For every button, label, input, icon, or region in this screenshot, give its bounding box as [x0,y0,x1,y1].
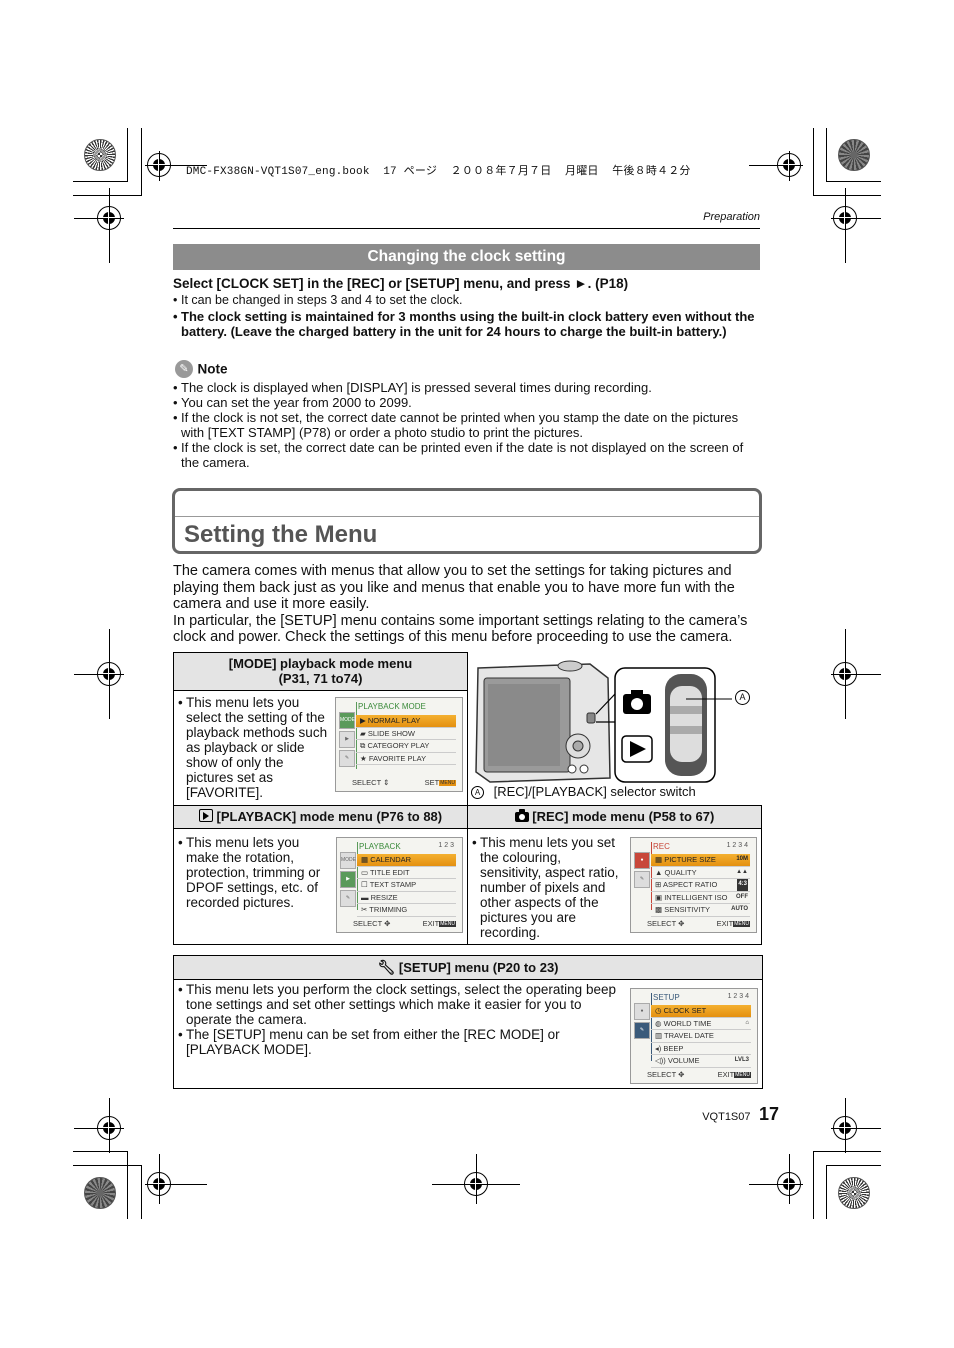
lcd-menu-item: ◍ WORLD TIME ⌂ [651,1018,751,1030]
lcd-tab: ✎ [339,750,355,767]
note-item: You can set the year from 2000 to 2099. [173,395,763,410]
lcd-menu-item: ▣ INTELLIGENT ISO OFF [651,892,750,904]
wrench-icon: 🔧︎ [377,959,396,975]
lcd-menu-item: ◷ CLOCK SET [651,1005,751,1018]
lcd-menu-item: ☐ TEXT STAMP [357,879,456,892]
lcd-menu-item: ⧉ CATEGORY PLAY [356,740,456,753]
section-label: Preparation [703,211,760,223]
camera-icon [514,809,529,822]
playback-screen: MODE ▶ ✎ PLAYBACK 1 2 3 ▦ CALENDAR ▭ TIT… [336,837,463,933]
lcd-menu-item: ◂) BEEP [651,1043,751,1055]
clock-bullet: The clock setting is maintained for 3 mo… [173,309,763,339]
setup-menu-header: 🔧︎ [SETUP] menu (P20 to 23) [173,955,763,980]
lcd-page-indicator: 1 2 3 4 [727,993,749,1000]
lcd-menu-item: ▦ CALENDAR [357,854,456,867]
lcd-footer-select: SELECT [352,778,382,787]
lcd-page-indicator: 1 2 3 [438,842,454,849]
page-number: 17 [758,1104,779,1124]
playback-menu-description: This menu lets you make the rotation, pr… [178,835,331,910]
rec-menu-body: This menu lets you set the colouring, se… [467,828,762,945]
lcd-footer-select: SELECT [647,919,677,928]
lcd-menu-item: ★ FAVORITE PLAY [356,753,456,765]
lcd-menu-item: ◁)) VOLUME LVL3 [651,1055,751,1068]
note-heading: ✎ Note [175,360,227,378]
lcd-tab: MODE [339,712,355,729]
lcd-footer-exit: EXIT [716,919,734,928]
registration-star-icon [838,1177,870,1209]
clock-section-heading: Changing the clock setting [173,244,760,270]
lcd-title: REC [653,842,670,851]
lcd-menu-item: ✂ TRIMMING [357,904,456,917]
lcd-page-indicator: 1 2 3 4 [726,842,748,849]
playback-icon [198,809,213,822]
setup-menu-description: This menu lets you perform the clock set… [178,982,618,1027]
lcd-tab: ● [634,852,650,869]
clock-bullets: It can be changed in steps 3 and 4 to se… [173,293,763,339]
menu-title-box: Setting the Menu [172,488,762,554]
lcd-footer-select: SELECT [353,919,383,928]
mode-menu-description: This menu lets you select the setting of… [178,695,328,800]
setup-screen: ● ✎ SETUP 1 2 3 4 ◷ CLOCK SET ◍ WORLD TI… [630,988,758,1084]
page-title: Setting the Menu [184,521,378,548]
selector-switch-caption: A [REC]/[PLAYBACK] selector switch [471,784,696,799]
playback-mode-screen: MODE ▶ ✎ PLAYBACK MODE ▶ NORMAL PLAY ▰ S… [335,697,463,792]
notes-list: The clock is displayed when [DISPLAY] is… [173,380,763,470]
note-item: The clock is displayed when [DISPLAY] is… [173,380,763,395]
lcd-menu-item: ▦ PICTURE SIZE 10M [651,854,750,867]
lcd-tab: ✎ [634,1022,650,1039]
lcd-tab: ▶ [339,731,355,748]
clock-bullet: It can be changed in steps 3 and 4 to se… [173,293,763,308]
rec-menu-header: [REC] mode menu (P58 to 67) [467,805,762,829]
document-code: VQT1S07 [702,1111,751,1123]
note-item: If the clock is set, the correct date ca… [173,440,763,470]
mode-menu-header: [MODE] playback mode menu (P31, 71 to74) [173,652,468,691]
registration-star-icon [84,1177,116,1209]
lcd-title: PLAYBACK [359,842,401,851]
camera-body-icon [475,660,732,783]
lcd-menu-item: ▬ RESIZE [357,892,456,904]
callout-a-badge: A [735,690,750,705]
lcd-tab: ✎ [634,871,650,888]
rec-menu-description: This menu lets you set the colouring, se… [472,835,625,940]
pencil-icon: ✎ [175,360,193,378]
lcd-menu-item: ▩ SENSITIVITY AUTO [651,904,750,917]
page-footer: VQT1S07 17 [702,1104,779,1125]
lcd-title: SETUP [653,993,680,1002]
setup-menu-descriptions: This menu lets you perform the clock set… [178,982,618,1057]
playback-menu-header: [PLAYBACK] mode menu (P76 to 88) [173,805,468,829]
setup-menu-body: This menu lets you perform the clock set… [173,979,763,1089]
lcd-tab: MODE [340,852,356,869]
lcd-menu-item: ▥ TRAVEL DATE [651,1030,751,1043]
lcd-tab: ● [634,1003,650,1020]
lcd-menu-item: ▰ SLIDE SHOW [356,728,456,740]
lcd-tab: ✎ [340,890,356,907]
menu-intro: The camera comes with menus that allow y… [173,563,763,646]
intro-paragraph: The camera comes with menus that allow y… [173,563,735,612]
lcd-footer-exit: EXIT [717,1070,735,1079]
registration-star-icon [838,139,870,171]
setup-menu-description: The [SETUP] menu can be set from either … [178,1027,618,1057]
note-label: Note [197,361,228,377]
clock-instruction: Select [CLOCK SET] in the [REC] or [SETU… [173,276,629,291]
registration-star-icon [84,139,116,171]
lcd-footer-select: SELECT [647,1070,677,1079]
mode-menu-body: This menu lets you select the setting of… [173,690,468,806]
lcd-title: PLAYBACK MODE [358,702,426,711]
lcd-tab: ▶ [340,871,356,888]
lcd-menu-item: ⊞ ASPECT RATIO 4:3 [651,879,750,892]
lcd-menu-item: ▲ QUALITY ▲▲ [651,867,750,879]
intro-paragraph: In particular, the [SETUP] menu contains… [173,612,748,646]
note-item: If the clock is not set, the correct dat… [173,410,763,440]
lcd-footer-exit: EXIT [422,919,440,928]
lcd-menu-item: ▭ TITLE EDIT [357,867,456,879]
header-rule [173,228,760,229]
lcd-menu-item: ▶ NORMAL PLAY [356,715,456,728]
camera-illustration: A [470,656,762,786]
callout-a-badge: A [471,786,484,799]
print-header: DMC-FX38GN-VQT1S07_eng.book 17 ページ ２００８年… [186,166,691,178]
lcd-footer-set: SET [424,778,440,787]
rec-screen: ● ✎ REC 1 2 3 4 ▦ PICTURE SIZE 10M ▲ QUAL… [630,837,757,933]
playback-menu-body: This menu lets you make the rotation, pr… [173,828,468,945]
